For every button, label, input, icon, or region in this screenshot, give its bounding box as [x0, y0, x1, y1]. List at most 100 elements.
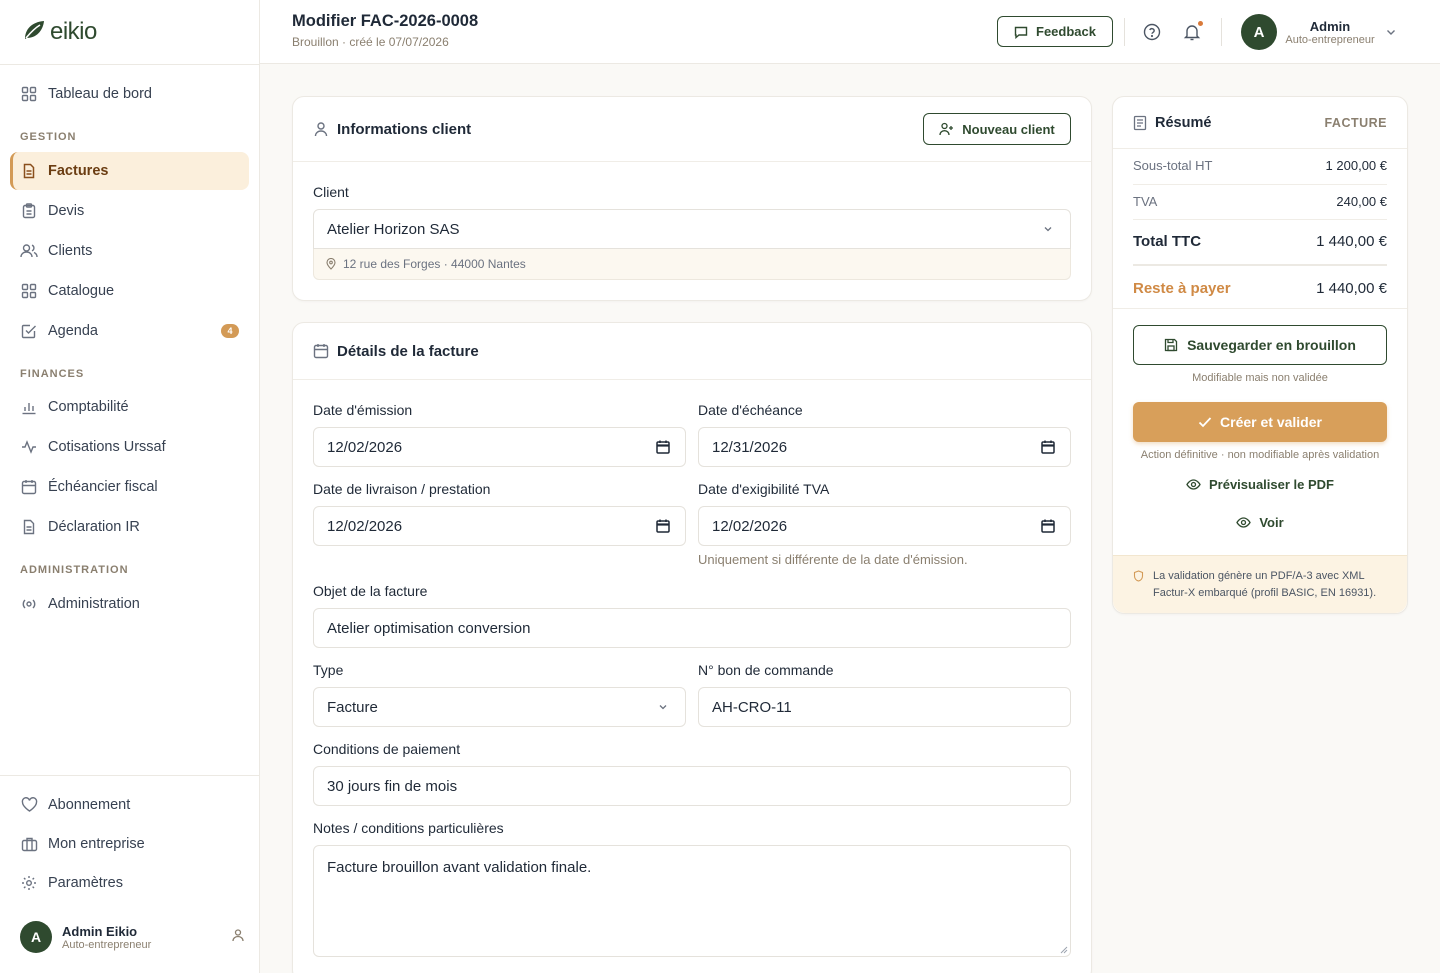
calendar-icon[interactable]	[655, 518, 671, 534]
sidebar-item-declaration[interactable]: Déclaration IR	[10, 508, 249, 546]
sidebar-item-administration[interactable]: Administration	[10, 585, 249, 623]
sidebar-item-echeancier[interactable]: Échéancier fiscal	[10, 468, 249, 506]
remaining-label: Reste à payer	[1133, 280, 1231, 297]
emission-date-input[interactable]: 12/02/2026	[313, 427, 686, 467]
feedback-button[interactable]: Feedback	[997, 16, 1113, 47]
vat-label: TVA	[1133, 194, 1158, 209]
vat-date-label: Date d'exigibilité TVA	[698, 481, 830, 497]
client-address-text: 12 rue des Forges · 44000 Nantes	[343, 257, 526, 271]
delivery-date-label: Date de livraison / prestation	[313, 481, 491, 497]
avatar: A	[1241, 14, 1277, 50]
sidebar-item-label: Agenda	[48, 323, 98, 339]
sidebar-item-factures[interactable]: Factures	[10, 152, 249, 190]
message-icon	[1014, 25, 1028, 39]
view-button[interactable]: Voir	[1133, 515, 1387, 530]
user-plus-icon	[939, 122, 954, 136]
client-address: 12 rue des Forges · 44000 Nantes	[313, 249, 1071, 280]
view-label: Voir	[1259, 515, 1284, 530]
validation-notice-text: La validation génère un PDF/A-3 avec XML…	[1153, 570, 1377, 599]
new-client-button[interactable]: Nouveau client	[923, 113, 1071, 145]
due-date-input[interactable]: 12/31/2026	[698, 427, 1071, 467]
sidebar-item-dashboard[interactable]: Tableau de bord	[10, 75, 249, 113]
sidebar-item-agenda[interactable]: Agenda 4	[10, 312, 249, 350]
sidebar-item-label: Mon entreprise	[48, 836, 145, 852]
po-number-value: AH-CRO-11	[712, 698, 792, 716]
sidebar-item-cotisations[interactable]: Cotisations Urssaf	[10, 428, 249, 466]
create-validate-button[interactable]: Créer et valider	[1133, 402, 1387, 442]
vat-date-value: 12/02/2026	[712, 517, 788, 535]
avatar: A	[20, 921, 52, 953]
sidebar-item-label: Devis	[48, 203, 85, 219]
user-role: Auto-entrepreneur	[1285, 33, 1375, 46]
sidebar-item-label: Clients	[48, 243, 93, 259]
sidebar-item-devis[interactable]: Devis	[10, 192, 249, 230]
client-select[interactable]: Atelier Horizon SAS	[313, 209, 1071, 249]
save-icon	[1164, 338, 1178, 352]
document-icon	[20, 518, 38, 536]
vat-date-input[interactable]: 12/02/2026	[698, 506, 1071, 546]
sidebar-item-abonnement[interactable]: Abonnement	[10, 786, 249, 824]
type-select[interactable]: Facture	[313, 687, 686, 727]
notes-textarea[interactable]: Facture brouillon avant validation final…	[313, 845, 1071, 957]
header-divider	[1124, 18, 1125, 46]
payment-terms-label: Conditions de paiement	[313, 741, 461, 757]
logo[interactable]: eikio	[0, 0, 259, 65]
type-value: Facture	[327, 698, 378, 716]
sidebar-item-clients[interactable]: Clients	[10, 232, 249, 270]
sidebar-item-label: Échéancier fiscal	[48, 479, 158, 495]
eye-icon	[1186, 479, 1201, 490]
sidebar-item-label: Comptabilité	[48, 399, 129, 415]
subject-input[interactable]: Atelier optimisation conversion	[313, 608, 1071, 648]
sidebar-item-parametres[interactable]: Paramètres	[10, 864, 249, 902]
invoice-details-card: Détails de la facture Date d'émission 12…	[292, 322, 1092, 973]
gear-icon	[20, 874, 38, 892]
check-square-icon	[20, 322, 38, 340]
sidebar-item-comptabilite[interactable]: Comptabilité	[10, 388, 249, 426]
calendar-icon[interactable]	[655, 439, 671, 455]
preview-pdf-button[interactable]: Prévisualiser le PDF	[1133, 477, 1387, 492]
page-subtitle: Brouillon · créé le 07/07/2026	[292, 35, 449, 49]
save-draft-button[interactable]: Sauvegarder en brouillon	[1133, 325, 1387, 365]
sidebar-item-label: Abonnement	[48, 797, 131, 813]
sidebar-item-catalogue[interactable]: Catalogue	[10, 272, 249, 310]
payment-terms-input[interactable]: 30 jours fin de mois	[313, 766, 1071, 806]
broadcast-icon	[20, 595, 38, 613]
save-draft-label: Sauvegarder en brouillon	[1187, 337, 1356, 353]
header-user-menu[interactable]: A Admin Auto-entrepreneur	[1241, 14, 1397, 50]
document-icon	[20, 162, 38, 180]
feedback-label: Feedback	[1036, 24, 1096, 39]
notes-value: Facture brouillon avant validation final…	[327, 859, 592, 876]
briefcase-icon	[20, 835, 38, 853]
calendar-icon	[313, 343, 329, 359]
catalogue-icon	[20, 282, 38, 300]
due-date-value: 12/31/2026	[712, 438, 788, 456]
heart-icon	[20, 796, 38, 814]
user-icon[interactable]	[231, 928, 245, 947]
vat-value: 240,00 €	[1336, 194, 1387, 209]
total-label: Total TTC	[1133, 233, 1202, 250]
leaf-icon	[22, 19, 46, 46]
bell-icon[interactable]	[1181, 21, 1203, 43]
sidebar-item-label: Cotisations Urssaf	[48, 439, 166, 455]
help-icon[interactable]	[1141, 21, 1163, 43]
client-info-card: Informations client Nouveau client Clien…	[292, 96, 1092, 301]
map-pin-icon	[325, 258, 337, 270]
calendar-icon[interactable]	[1040, 439, 1056, 455]
sidebar-item-label: Déclaration IR	[48, 519, 140, 535]
due-date-label: Date d'échéance	[698, 402, 803, 418]
remaining-value: 1 440,00 €	[1316, 280, 1387, 297]
resize-handle-icon[interactable]	[1060, 946, 1068, 954]
create-validate-label: Créer et valider	[1220, 414, 1322, 430]
delivery-date-input[interactable]: 12/02/2026	[313, 506, 686, 546]
section-title-administration: ADMINISTRATION	[20, 564, 129, 576]
sidebar-user[interactable]: A Admin Eikio Auto-entrepreneur	[20, 921, 245, 953]
new-client-label: Nouveau client	[962, 121, 1055, 137]
sidebar-item-label: Paramètres	[48, 875, 123, 891]
po-number-input[interactable]: AH-CRO-11	[698, 687, 1071, 727]
vat-date-hint: Uniquement si différente de la date d'ém…	[698, 552, 968, 567]
page-title: Modifier FAC-2026-0008	[292, 12, 479, 30]
calendar-icon[interactable]	[1040, 518, 1056, 534]
sidebar-item-entreprise[interactable]: Mon entreprise	[10, 825, 249, 863]
subtotal-row: Sous-total HT 1 200,00 €	[1133, 158, 1387, 173]
chevron-down-icon	[655, 699, 671, 715]
